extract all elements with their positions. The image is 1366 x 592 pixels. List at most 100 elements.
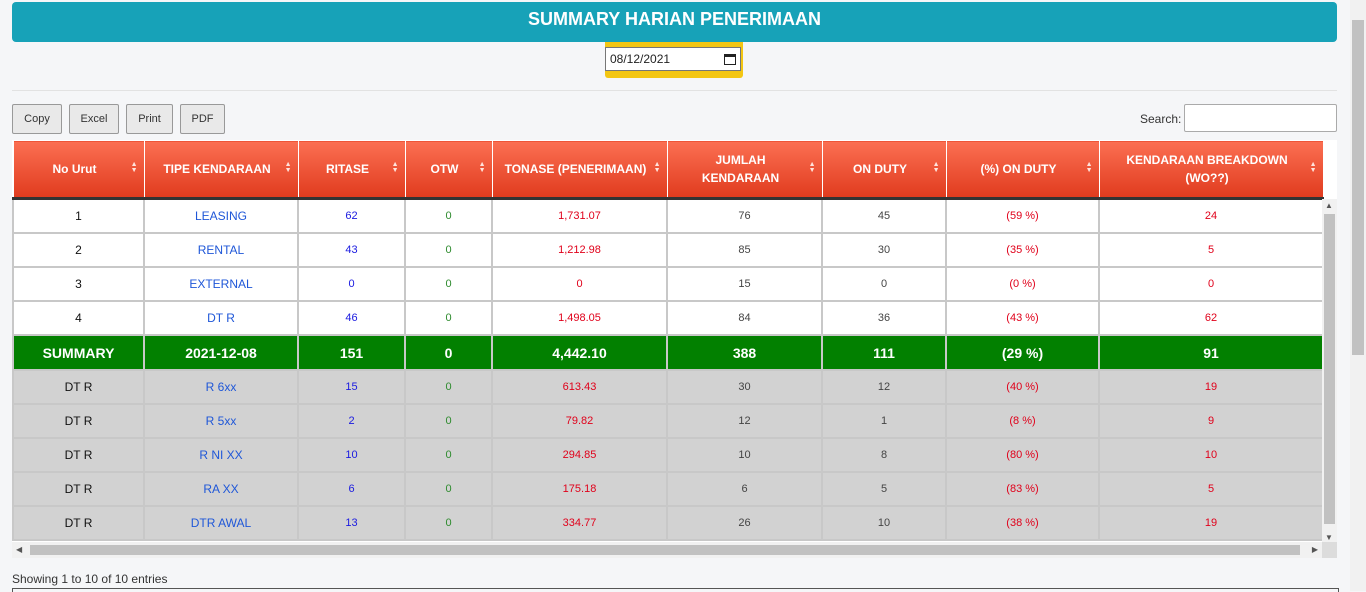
scroll-right-icon[interactable]: ▶ [1312,545,1318,554]
cell-jumlah-kendaraan: 85 [666,232,823,268]
search-label: Search: [1140,112,1182,126]
cell-on-duty: 8 [821,437,947,473]
cell-tipe-kendaraan[interactable]: RA XX [143,471,299,507]
cell-tipe-kendaraan[interactable]: LEASING [143,197,299,234]
scroll-thumb[interactable] [1324,214,1335,524]
calendar-icon[interactable] [724,53,736,65]
scroll-corner [1322,542,1337,558]
cell-otw: 0 [404,334,493,371]
cell-tipe-kendaraan[interactable]: EXTERNAL [143,266,299,302]
divider [12,90,1337,91]
cell-on-duty: 30 [821,232,947,268]
scroll-left-icon[interactable]: ◀ [16,545,22,554]
column-header-jumlah-kendaraan[interactable]: JUMLAH KENDARAAN ▲ ▼ [666,140,823,200]
column-header-ritase[interactable]: RITASE ▲ ▼ [297,140,406,200]
summary-row: SUMMARY 2021-12-08 151 0 4,442.10 388 111 (29 %… [12,334,1324,371]
print-button[interactable]: Print [126,104,173,134]
cell-otw: 0 [404,266,493,302]
sort-icon[interactable]: ▲ ▼ [654,161,661,174]
cell-tipe-kendaraan[interactable]: DT R [143,300,299,336]
cell-breakdown: 5 [1098,471,1324,507]
date-input[interactable]: 08/12/2021 [605,47,741,71]
cell-otw: 0 [404,300,493,336]
cell-tonase: 1,212.98 [491,232,668,268]
table-info: Showing 1 to 10 of 10 entries [12,572,168,586]
cell-ritase: 13 [297,505,406,541]
cell-ritase: 43 [297,232,406,268]
cell-tonase: 175.18 [491,471,668,507]
excel-button[interactable]: Excel [69,104,119,134]
search-input[interactable] [1184,104,1337,132]
cell-otw: 0 [404,232,493,268]
column-header-pct-on-duty[interactable]: (%) ON DUTY ▲ ▼ [945,140,1100,200]
cell-on-duty: 36 [821,300,947,336]
cell-tonase: 613.43 [491,369,668,405]
cell-jumlah-kendaraan: 10 [666,437,823,473]
scroll-up-icon[interactable]: ▲ [1325,201,1333,210]
cell-pct-on-duty: (43 %) [945,300,1100,336]
detail-row: DT RR NI XX 10 0 294.85 10 8 (80 %) 10 [12,437,1324,473]
cell-jumlah-kendaraan: 15 [666,266,823,302]
column-header-no-urut[interactable]: No Urut ▲ ▼ [12,140,145,200]
cell-pct-on-duty: (80 %) [945,437,1100,473]
cell-breakdown: 5 [1098,232,1324,268]
table-row: 1 LEASING 62 0 1,731.07 76 45 (59 %) 24 [12,197,1324,234]
scroll-down-icon[interactable]: ▼ [1325,533,1333,542]
cell-breakdown: 10 [1098,437,1324,473]
cell-tipe-kendaraan[interactable]: DTR AWAL [143,505,299,541]
cell-otw: 0 [404,437,493,473]
cell-otw: 0 [404,471,493,507]
cell-pct-on-duty: (0 %) [945,266,1100,302]
column-header-otw[interactable]: OTW ▲ ▼ [404,140,493,200]
cell-no-urut: 2 [12,232,145,268]
sort-icon[interactable]: ▲ ▼ [131,161,138,174]
cell-on-duty: 1 [821,403,947,439]
cell-tonase: 79.82 [491,403,668,439]
cell-tipe-kendaraan[interactable]: R NI XX [143,437,299,473]
cell-pct-on-duty: (40 %) [945,369,1100,405]
column-header-on-duty[interactable]: ON DUTY ▲ ▼ [821,140,947,200]
cell-tipe-kendaraan[interactable]: R 5xx [143,403,299,439]
date-value: 08/12/2021 [610,52,671,66]
column-header-breakdown[interactable]: KENDARAAN BREAKDOWN (WO??) ▲ ▼ [1098,140,1324,200]
page-title: SUMMARY HARIAN PENERIMAAN [12,2,1337,42]
cell-ritase: 15 [297,369,406,405]
copy-button[interactable]: Copy [12,104,62,134]
cell-ritase: 62 [297,197,406,234]
page-vertical-scrollbar[interactable] [1350,0,1366,591]
table-vertical-scrollbar[interactable]: ▲ ▼ [1322,199,1337,544]
cell-jumlah-kendaraan: 76 [666,197,823,234]
cell-tipe-kendaraan[interactable]: 2021-12-08 [143,334,299,371]
cell-tipe-kendaraan[interactable]: R 6xx [143,369,299,405]
sort-icon[interactable]: ▲ ▼ [1086,161,1093,174]
detail-row: DT R RA XX 6 0 175.18 6 5 (83 %) 5 [12,471,1324,507]
data-table-container: No Urut ▲ ▼ TIPE KENDARAAN ▲ ▼ RITASE ▲ ▼ OTW ▲… [12,140,1337,558]
cell-no-urut: DT R [12,369,145,405]
table-horizontal-scrollbar[interactable]: ◀ ▶ [12,542,1322,558]
page-scroll-thumb[interactable] [1352,20,1364,355]
date-filter-wrapper: 08/12/2021 [605,42,743,78]
sort-icon[interactable]: ▲ ▼ [933,161,940,174]
cell-jumlah-kendaraan: 30 [666,369,823,405]
cell-on-duty: 5 [821,471,947,507]
pdf-button[interactable]: PDF [180,104,225,134]
sort-icon[interactable]: ▲ ▼ [1310,161,1317,174]
cell-pct-on-duty: (35 %) [945,232,1100,268]
data-table: No Urut ▲ ▼ TIPE KENDARAAN ▲ ▼ RITASE ▲ ▼ OTW ▲… [12,140,1324,541]
sort-icon[interactable]: ▲ ▼ [285,161,292,174]
cell-tonase: 4,442.10 [491,334,668,371]
sort-icon[interactable]: ▲ ▼ [809,161,816,174]
sort-icon[interactable]: ▲ ▼ [392,161,399,174]
table-row: 3 EXTERNAL 0 0 0 15 0 (0 %) 0 [12,266,1324,302]
cell-tipe-kendaraan[interactable]: RENTAL [143,232,299,268]
scroll-thumb[interactable] [30,545,1300,555]
bottom-panel-edge [12,588,1339,592]
cell-breakdown: 62 [1098,300,1324,336]
cell-on-duty: 111 [821,334,947,371]
column-header-tonase[interactable]: TONASE (PENERIMAAN) ▲ ▼ [491,140,668,200]
cell-otw: 0 [404,197,493,234]
sort-icon[interactable]: ▲ ▼ [479,161,486,174]
cell-otw: 0 [404,505,493,541]
cell-jumlah-kendaraan: 84 [666,300,823,336]
column-header-tipe-kendaraan[interactable]: TIPE KENDARAAN ▲ ▼ [143,140,299,200]
